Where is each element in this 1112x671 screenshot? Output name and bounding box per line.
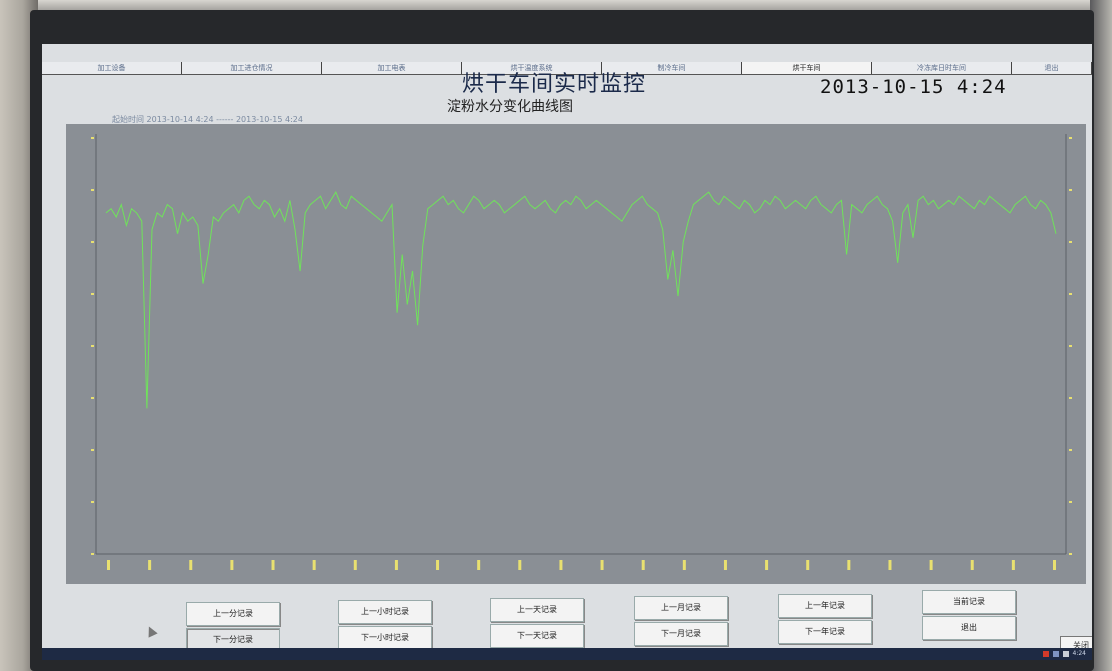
y-tick-right [1069, 345, 1072, 347]
y-tick-left [91, 189, 94, 191]
next-day-button[interactable]: 下一天记录 [490, 624, 584, 648]
prev-year-button[interactable]: 上一年记录 [778, 594, 872, 618]
tab-0[interactable]: 加工设备 [42, 62, 182, 74]
y-tick-right [1069, 501, 1072, 503]
x-tick [641, 560, 645, 570]
x-tick [353, 560, 357, 570]
x-tick [230, 560, 234, 570]
next-hour-button[interactable]: 下一小时记录 [338, 626, 432, 650]
y-tick-right [1069, 397, 1072, 399]
tab-5[interactable]: 烘干车间 [742, 62, 872, 74]
x-tick [312, 560, 316, 570]
y-tick-left [91, 553, 94, 555]
x-tick [806, 560, 810, 570]
y-tick-left [91, 137, 94, 139]
moisture-chart: 关闭 [66, 124, 1092, 654]
prev-minute-button[interactable]: 上一分记录 [186, 602, 280, 626]
mouse-cursor-icon [144, 624, 158, 638]
y-tick-right [1069, 137, 1072, 139]
prev-day-button[interactable]: 上一天记录 [490, 598, 584, 622]
tab-6[interactable]: 冷冻库日时车间 [872, 62, 1012, 74]
x-tick [1011, 560, 1015, 570]
y-tick-left [91, 345, 94, 347]
x-tick [600, 560, 604, 570]
y-ticks-right [1069, 137, 1072, 555]
exit-button[interactable]: 退出 [922, 616, 1016, 640]
x-tick [970, 560, 974, 570]
x-tick [189, 560, 193, 570]
y-tick-left [91, 501, 94, 503]
x-tick [723, 560, 727, 570]
tab-7[interactable]: 退出 [1012, 62, 1092, 74]
x-tick [682, 560, 686, 570]
next-year-button[interactable]: 下一年记录 [778, 620, 872, 644]
y-tick-left [91, 449, 94, 451]
series-line [105, 190, 1057, 409]
tab-1[interactable]: 加工进仓情况 [182, 62, 322, 74]
y-tick-right [1069, 553, 1072, 555]
prev-hour-button[interactable]: 上一小时记录 [338, 600, 432, 624]
y-tick-right [1069, 293, 1072, 295]
y-tick-right [1069, 241, 1072, 243]
next-month-button[interactable]: 下一月记录 [634, 622, 728, 646]
current-datetime: 2013-10-15 4:24 [820, 76, 1007, 98]
y-tick-right [1069, 189, 1072, 191]
y-tick-left [91, 397, 94, 399]
y-tick-left [91, 241, 94, 243]
chart-svg [91, 134, 1072, 570]
taskbar: 4:24 [42, 648, 1092, 660]
x-tick [477, 560, 481, 570]
prev-month-button[interactable]: 上一月记录 [634, 596, 728, 620]
x-tick [436, 560, 440, 570]
x-tick [929, 560, 933, 570]
chart-title: 淀粉水分变化曲线图 [447, 99, 573, 115]
x-tick [107, 560, 110, 570]
x-tick [888, 560, 892, 570]
x-ticks [107, 560, 1056, 570]
x-tick [271, 560, 275, 570]
taskbar-clock: 4:24 [1072, 650, 1086, 657]
x-tick [518, 560, 522, 570]
volume-icon[interactable] [1062, 651, 1069, 657]
x-tick [394, 560, 398, 570]
system-tray: 4:24 [1042, 648, 1086, 660]
x-tick [1053, 560, 1056, 570]
y-tick-left [91, 293, 94, 295]
page-title: 烘干车间实时监控 [462, 72, 647, 97]
y-ticks-left [91, 137, 94, 555]
y-tick-right [1069, 449, 1072, 451]
network-icon[interactable] [1052, 651, 1059, 657]
x-tick [559, 560, 563, 570]
x-tick [148, 560, 152, 570]
current-record-button[interactable]: 当前记录 [922, 590, 1016, 614]
x-tick [765, 560, 769, 570]
tab-2[interactable]: 加工电表 [322, 62, 462, 74]
app-icon[interactable] [1042, 651, 1049, 657]
x-tick [847, 560, 851, 570]
monitor-screen: 加工设备 加工进仓情况 加工电表 烘干温度系统 制冷车间 烘干车间 冷冻库日时车… [42, 44, 1092, 660]
